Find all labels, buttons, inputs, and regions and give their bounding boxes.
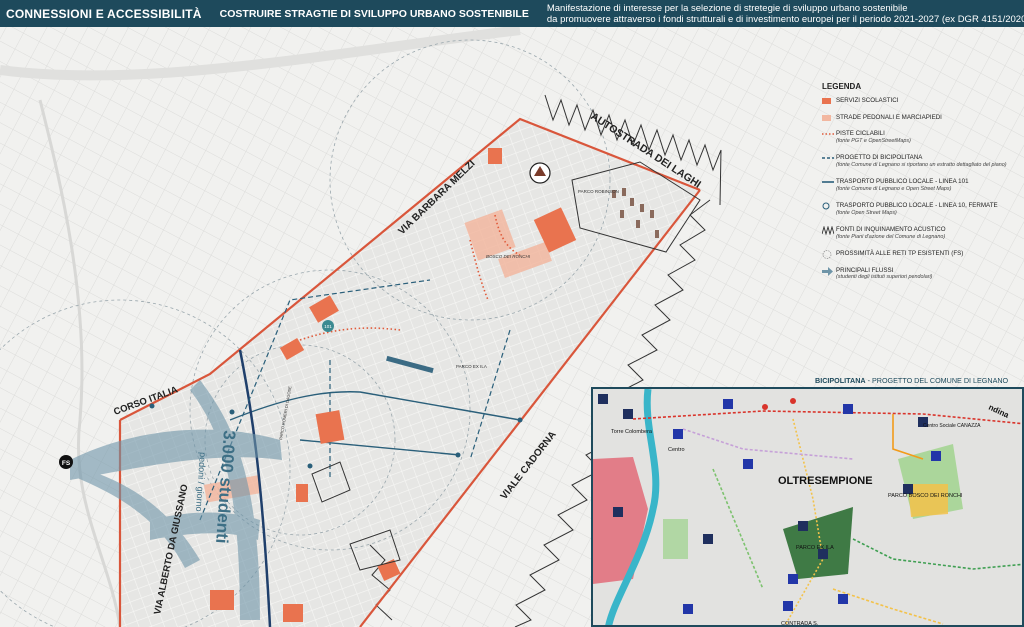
legend-item-pedestrian: Strade pedonali e marciapiedi <box>822 114 1022 122</box>
label-bus-stop-101: 101 <box>324 324 332 329</box>
inset-label-parco-ila: PARCO EX ILA <box>796 545 834 551</box>
bicipolitana-inset-map[interactable]: OLTRESEMPIONE PARCO BOSCO DEI RONCHI PAR… <box>591 387 1024 627</box>
inset-green-strip <box>663 519 688 559</box>
bus-line-icon <box>822 181 834 183</box>
inset-map-canvas: OLTRESEMPIONE PARCO BOSCO DEI RONCHI PAR… <box>593 389 1022 627</box>
legend-item-proximity: Prossimità alle reti TP esistenti (FS) <box>822 250 1022 259</box>
inset-title-rest: - PROGETTO DEL COMUNE DI LEGNANO <box>865 376 1009 385</box>
legend-item-cycle: Piste ciclabili (fonte PGT e OpenStreetM… <box>822 130 1022 145</box>
legend-item-noise: Fonti di inquinamento acustico (fonte Pi… <box>822 226 1022 241</box>
header-description-line2: da promuovere attraverso i fondi struttu… <box>546 13 1024 25</box>
label-parco-ila: PARCO EX ILA <box>456 364 487 369</box>
inset-label-castello: Centro Sociale CANAZZA <box>923 423 981 429</box>
fs-station-label: FS <box>62 460 71 467</box>
inset-park-yellow <box>908 484 948 517</box>
header-description-line1: Manifestazione di interesse per la selez… <box>546 2 908 14</box>
legend-item-flows: Principali flussi (studenti degli istitu… <box>822 266 1022 282</box>
header-title: CONNESSIONI E ACCESSIBILITÀ <box>6 6 202 21</box>
map-legend: LEGENDA Servizi scolastici Strade pedona… <box>822 82 1022 291</box>
proximity-circle-icon <box>822 250 832 259</box>
inset-title-bold: BICIPOLITANA <box>815 376 866 385</box>
legend-item-bicipolitana: Progetto di Bicipolitana (fonte Comune d… <box>822 154 1022 169</box>
label-bosco-ronchi: BOSCO DEI RONCHI <box>486 254 531 259</box>
label-parco-robinson: PARCO ROBINSON <box>578 189 619 194</box>
inset-label-oltresempione: OLTRESEMPIONE <box>778 475 873 487</box>
legend-item-bus-stops: Trasporto pubblico locale - linea 10, fe… <box>822 202 1022 217</box>
inset-label-contrada: CONTRADA S. <box>781 621 819 627</box>
noise-zigzag-icon <box>822 226 834 235</box>
cycle-dotted-line-icon <box>822 133 834 135</box>
inset-label-torre: Torre Colombera <box>611 429 653 435</box>
legend-title: LEGENDA <box>822 82 862 91</box>
header-bar: CONNESSIONI E ACCESSIBILITÀ COSTRUIRE ST… <box>0 0 1024 27</box>
bus-stop-circle-icon <box>822 202 830 210</box>
bicipolitana-dashed-line-icon <box>822 157 834 159</box>
header-subtitle: COSTRUIRE STRAGTIE DI SVILUPPO URBANO SO… <box>219 7 529 20</box>
inset-title: BICIPOLITANA - PROGETTO DEL COMUNE DI LE… <box>815 376 1008 385</box>
legend-item-school: Servizi scolastici <box>822 97 1022 105</box>
legend-item-bus-101: Trasporto pubblico locale - linea 101 (f… <box>822 178 1022 193</box>
header-description: Manifestazione di interesse per la selez… <box>539 3 1024 25</box>
school-area-swatch-icon <box>822 98 831 104</box>
inset-label-centro: Centro <box>668 447 685 453</box>
flow-arrow-icon <box>822 266 833 276</box>
pedestrian-swatch-icon <box>822 114 831 121</box>
inset-label-parco-bosco: PARCO BOSCO DEI RONCHI <box>888 493 963 499</box>
